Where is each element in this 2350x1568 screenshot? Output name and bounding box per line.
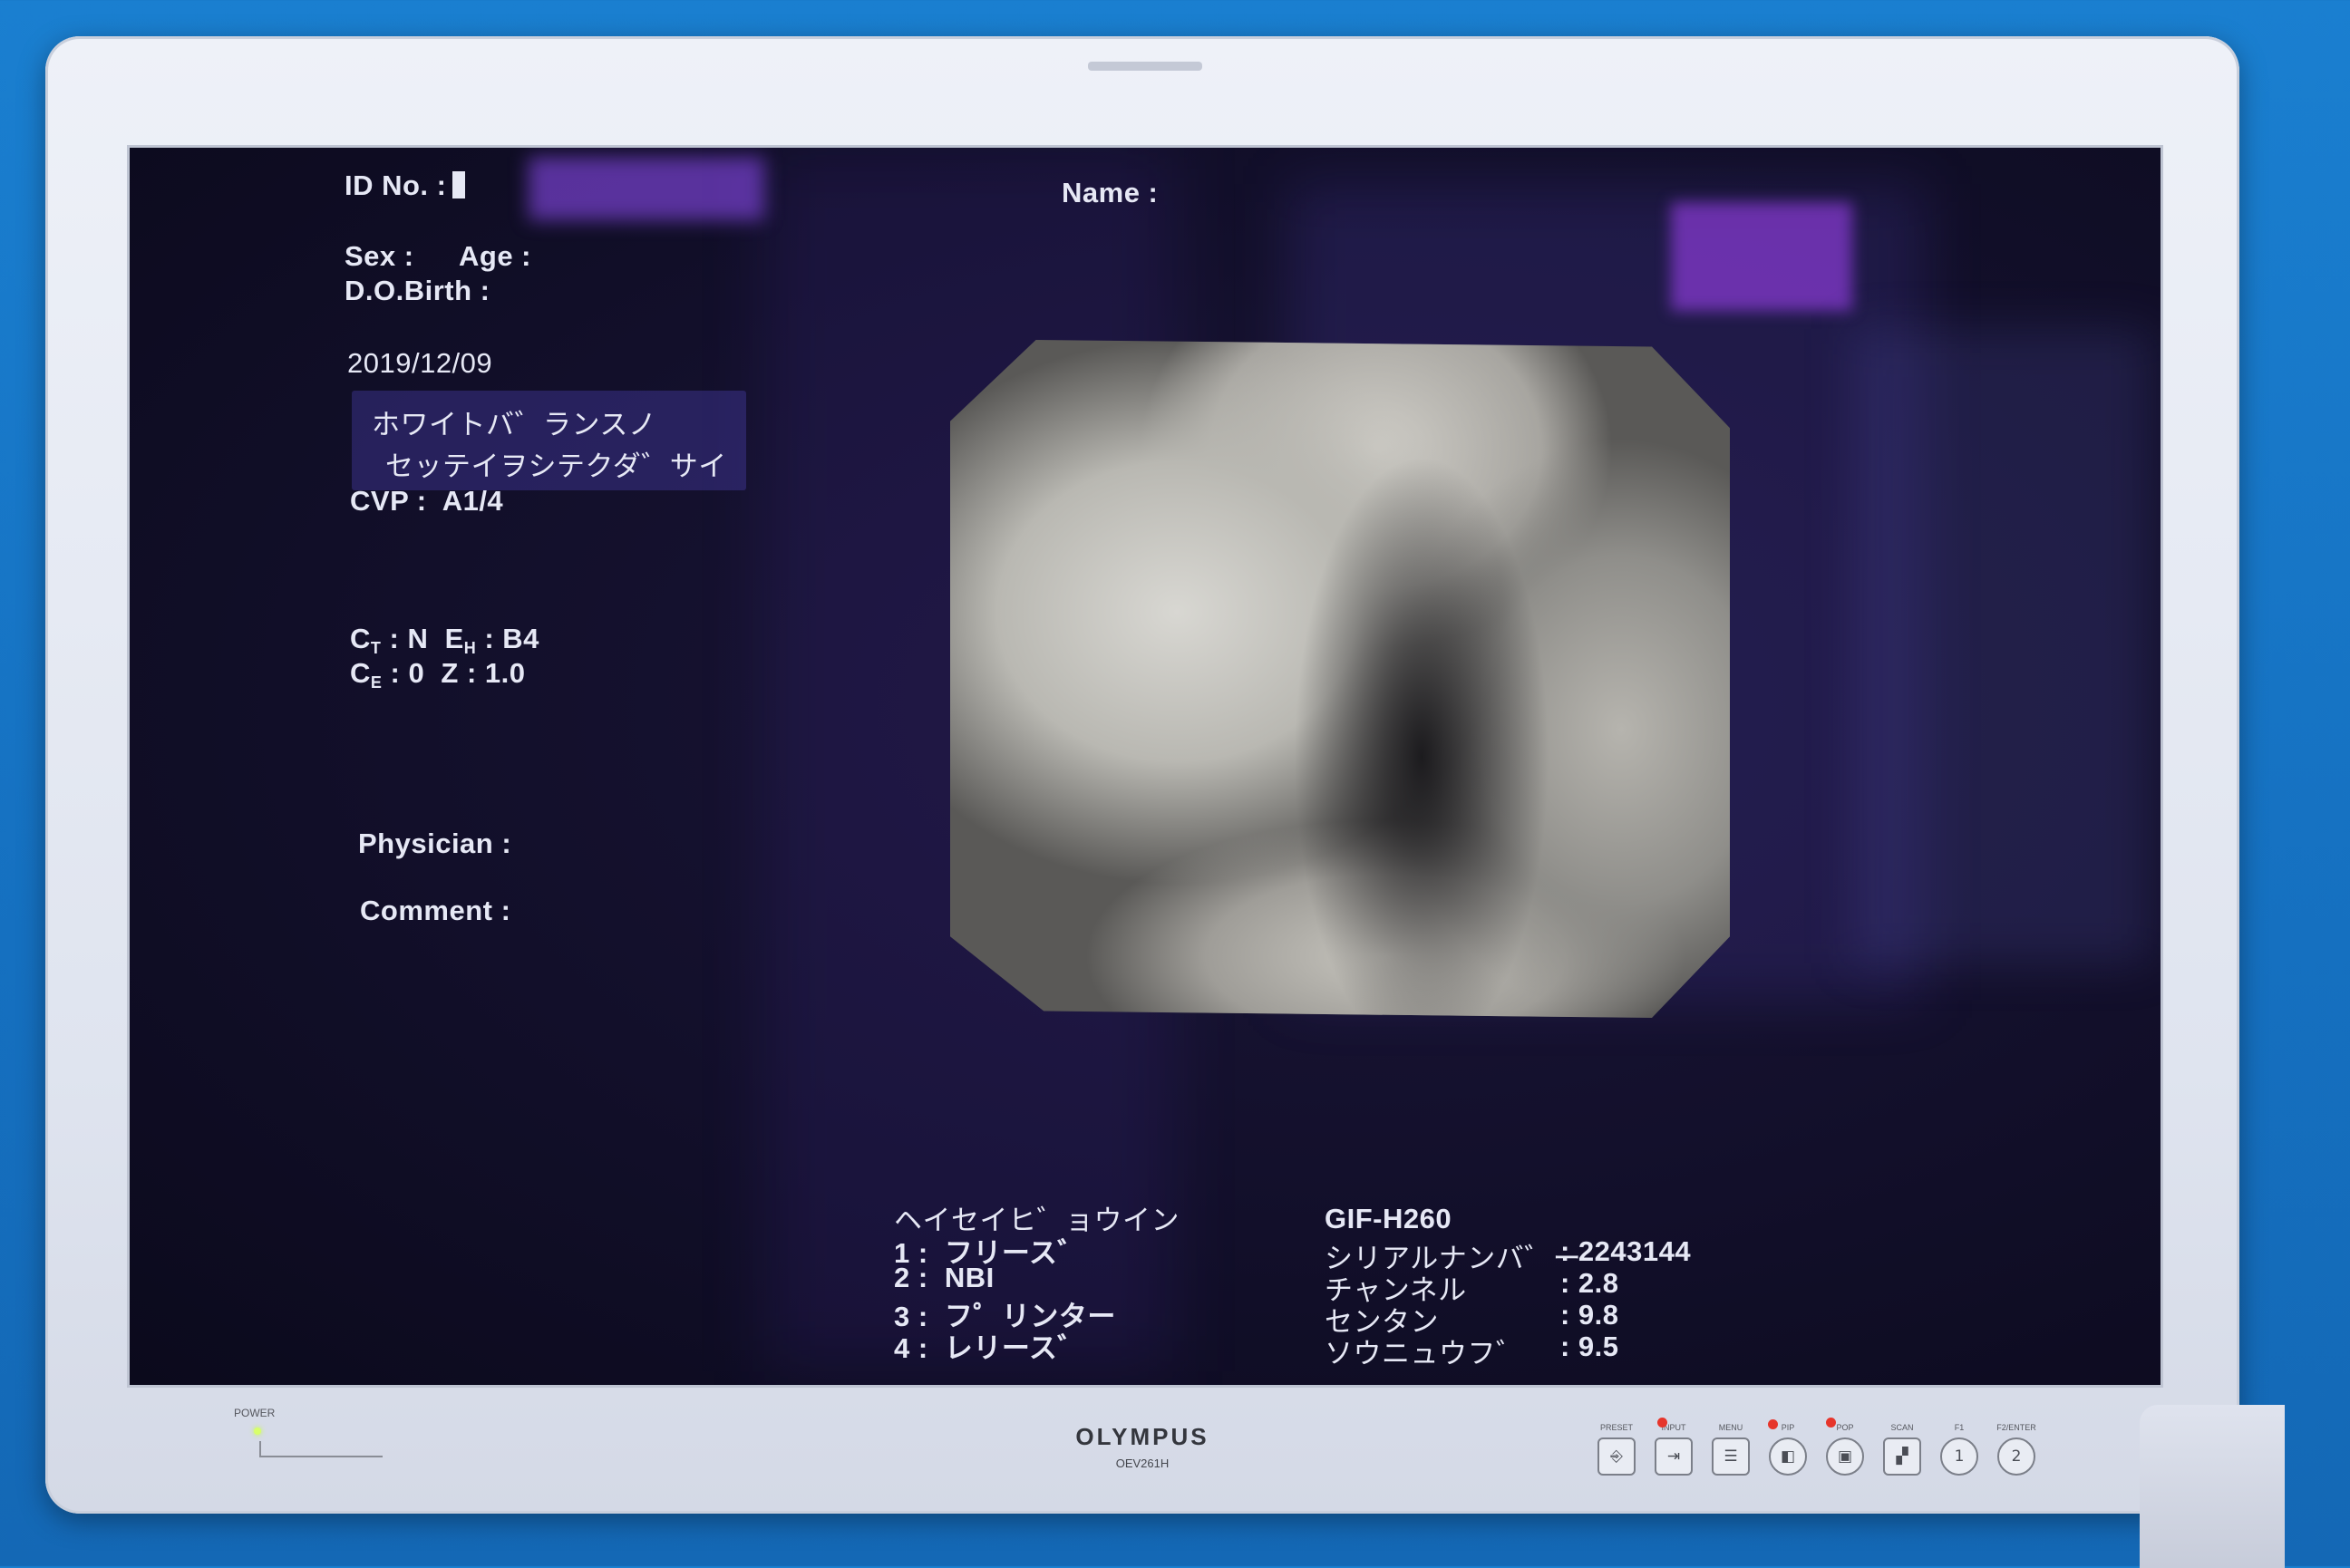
pip-icon: ◧ bbox=[1769, 1437, 1807, 1476]
scan-button[interactable]: SCAN ▞ bbox=[1879, 1423, 1925, 1476]
comment-label: Comment : bbox=[360, 895, 511, 926]
menu-label: MENU bbox=[1718, 1423, 1743, 1432]
endoscope-image bbox=[950, 340, 1730, 1018]
input-button[interactable]: INPUT ⇥ bbox=[1651, 1423, 1696, 1476]
scope-channel-value: : 2.8 bbox=[1560, 1267, 1619, 1299]
id-label: ID No. : bbox=[345, 169, 465, 202]
pop-icon: ▣ bbox=[1826, 1437, 1864, 1476]
pop-button[interactable]: POP ▣ bbox=[1822, 1423, 1868, 1476]
scope-insertion-label: ソウニュウフ゛ bbox=[1325, 1338, 1525, 1370]
power-label: POWER bbox=[234, 1407, 276, 1419]
contrast-zoom-setting: CE : 0 Z : 1.0 bbox=[350, 657, 526, 692]
monitor-brand-logo: OLYMPUS bbox=[1075, 1423, 1209, 1450]
f2-enter-label: F2/ENTER bbox=[1996, 1423, 2036, 1432]
text-cursor bbox=[452, 171, 465, 198]
bezel-notch bbox=[1088, 62, 1202, 71]
white-balance-message-line1: ホワイトバ゛ランスノ bbox=[372, 409, 657, 440]
power-button-outline[interactable] bbox=[259, 1441, 383, 1457]
screen-reflection bbox=[1671, 202, 1852, 311]
f2-enter-button[interactable]: F2/ENTER 2 bbox=[1994, 1423, 2039, 1476]
monitor-screen: ID No. : Name : Sex : Age : D.O.Birth : … bbox=[127, 145, 2163, 1388]
name-label: Name : bbox=[1062, 177, 1159, 208]
pip-button[interactable]: PIP ◧ bbox=[1765, 1423, 1811, 1476]
screen-reflection bbox=[529, 157, 764, 220]
input-icon: ⇥ bbox=[1655, 1437, 1693, 1476]
input-indicator-dot bbox=[1657, 1418, 1667, 1428]
white-balance-message-line2: セッテイヲシテクダ゛サイ bbox=[385, 450, 727, 482]
sex-label: Sex : bbox=[345, 240, 414, 272]
f1-button[interactable]: F1 1 bbox=[1937, 1423, 1982, 1476]
scope-serial-value: : 2243144 bbox=[1560, 1235, 1692, 1267]
menu-icon: ☰ bbox=[1712, 1437, 1750, 1476]
scope-model: GIF-H260 bbox=[1325, 1203, 1452, 1234]
f1-icon: 1 bbox=[1940, 1437, 1978, 1476]
scan-icon: ▞ bbox=[1883, 1437, 1921, 1476]
physician-label: Physician : bbox=[358, 828, 512, 859]
scope-switch-4: 4 : レリース゛ bbox=[894, 1332, 1086, 1364]
pip-indicator-dot bbox=[1768, 1419, 1778, 1429]
exam-date: 2019/12/09 bbox=[347, 347, 493, 379]
scope-tip-value: : 9.8 bbox=[1560, 1299, 1619, 1331]
preset-label: PRESET bbox=[1599, 1423, 1633, 1432]
cvp-setting: CVP : A1/4 bbox=[350, 485, 504, 517]
monitor-model: OEV261H bbox=[1115, 1457, 1170, 1470]
dob-label: D.O.Birth : bbox=[345, 275, 490, 306]
pop-indicator-dot bbox=[1826, 1418, 1836, 1428]
preset-button[interactable]: PRESET ⎆ bbox=[1594, 1423, 1639, 1476]
color-enhancement-setting: CT : N EH : B4 bbox=[350, 623, 539, 657]
scan-label: SCAN bbox=[1890, 1423, 1914, 1432]
screen-reflection bbox=[1852, 329, 2151, 963]
monitor-stand bbox=[2140, 1405, 2285, 1568]
age-label: Age : bbox=[459, 240, 531, 272]
scope-switch-2: 2 : NBI bbox=[894, 1262, 995, 1293]
scope-insertion-value: : 9.5 bbox=[1560, 1331, 1619, 1362]
preset-icon: ⎆ bbox=[1597, 1437, 1636, 1476]
f2-enter-icon: 2 bbox=[1997, 1437, 2035, 1476]
power-indicator-led bbox=[254, 1428, 261, 1435]
menu-button[interactable]: MENU ☰ bbox=[1708, 1423, 1753, 1476]
f1-label: F1 bbox=[1954, 1423, 1965, 1432]
